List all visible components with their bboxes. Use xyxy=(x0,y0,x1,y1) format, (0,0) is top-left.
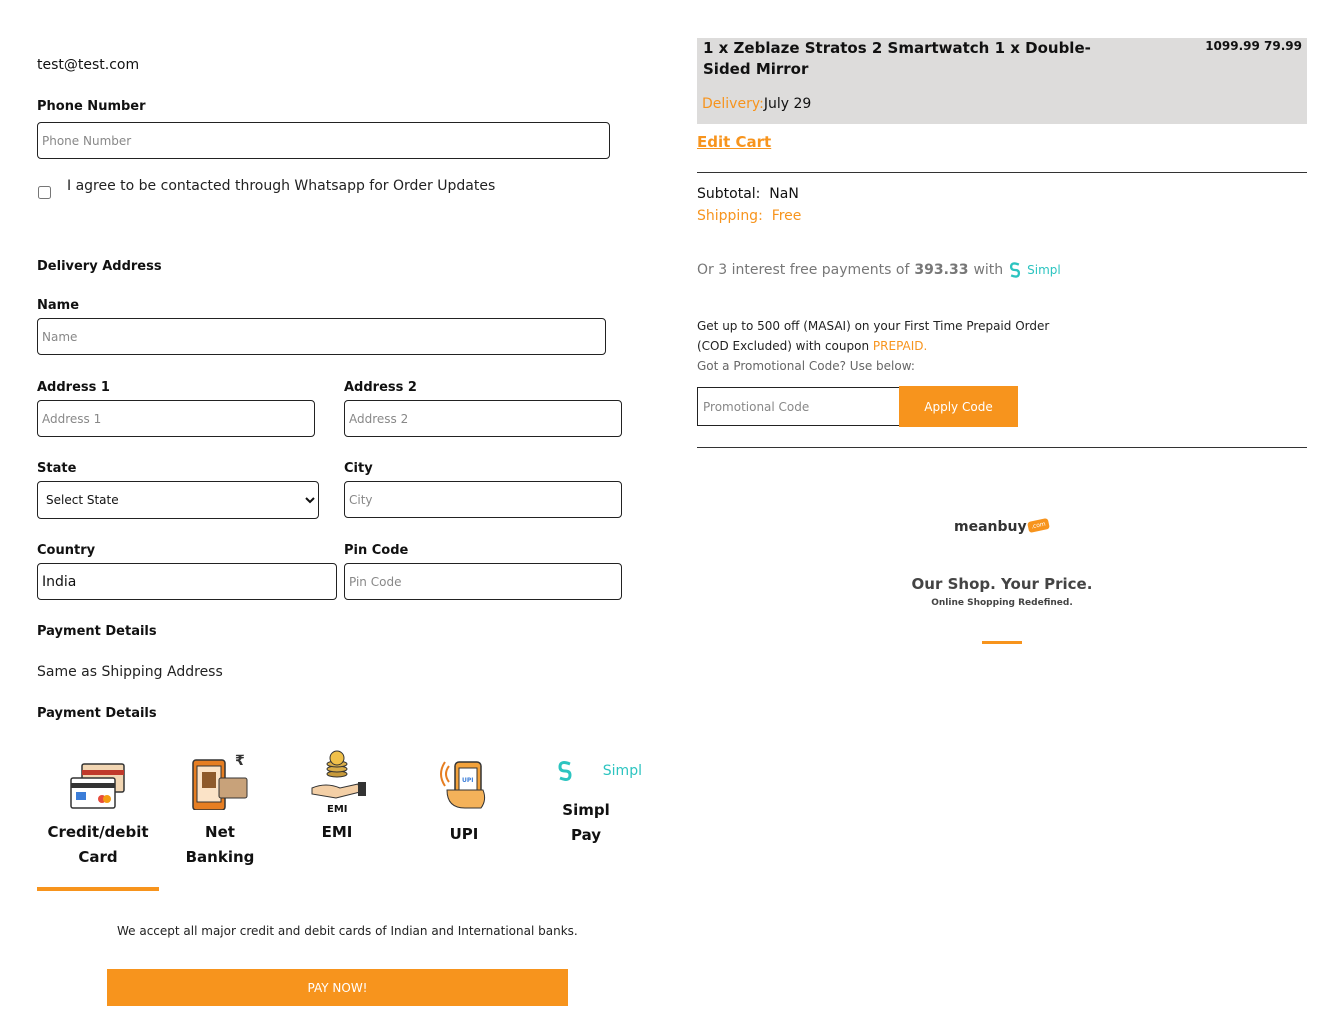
subtotal-row: Subtotal: NaN xyxy=(697,186,799,202)
credit-card-icon xyxy=(70,763,125,809)
simpl-label-1: Simpl xyxy=(562,801,610,819)
simpl-installment-offer: Or 3 interest free payments of 393.33 wi… xyxy=(697,261,1061,279)
card-label-2: Card xyxy=(78,848,118,866)
edit-cart-link[interactable]: Edit Cart xyxy=(697,133,771,151)
promo-question: Got a Promotional Code? Use below: xyxy=(697,359,915,373)
upi-label: UPI xyxy=(449,825,479,843)
payment-method-card[interactable]: Credit/debit Card xyxy=(37,750,159,870)
logo-badge: .com xyxy=(1026,517,1050,534)
upi-icon: UPI xyxy=(440,761,486,809)
meanbuy-logo: meanbuy .com xyxy=(954,517,1050,535)
simpl-label-2: Pay xyxy=(570,826,602,844)
cart-items-text: 1 x Zeblaze Stratos 2 Smartwatch 1 x Dou… xyxy=(703,39,1091,78)
shipping-label: Shipping: xyxy=(697,208,763,224)
city-label: City xyxy=(344,461,373,476)
delivery-date: July 29 xyxy=(763,96,812,112)
logo-text: meanbuy xyxy=(954,519,1027,535)
simpl-offer-brand: Simpl xyxy=(1027,263,1061,277)
pin-code-input[interactable] xyxy=(344,563,622,600)
name-input[interactable] xyxy=(37,318,606,355)
country-input[interactable] xyxy=(37,563,337,600)
card-acceptance-note: We accept all major credit and debit car… xyxy=(117,924,578,938)
summary-divider xyxy=(697,172,1307,173)
payment-details-heading-2: Payment Details xyxy=(37,706,157,721)
shipping-value: Free xyxy=(771,208,802,224)
payment-method-emi[interactable]: EMI EMI xyxy=(281,750,393,845)
subtotal-label: Subtotal: xyxy=(697,186,761,202)
address2-input[interactable] xyxy=(344,400,622,437)
selected-method-underline xyxy=(37,887,159,891)
subtotal-value: NaN xyxy=(769,186,799,202)
netbanking-label-2: Banking xyxy=(185,848,255,866)
apply-code-button[interactable]: Apply Code xyxy=(899,386,1018,427)
pay-now-button[interactable]: PAY NOW! xyxy=(107,969,568,1006)
whatsapp-consent-label: I agree to be contacted through Whatsapp… xyxy=(67,178,496,194)
simpl-offer-amount: 393.33 xyxy=(914,262,969,278)
brand-accent-bar xyxy=(982,641,1022,644)
pin-code-label: Pin Code xyxy=(344,543,409,558)
simpl-offer-with: with xyxy=(973,262,1004,278)
promo-line-1: Get up to 500 off (MASAI) on your First … xyxy=(697,319,1050,333)
same-as-shipping-text: Same as Shipping Address xyxy=(37,664,223,680)
promo-line-2: (COD Excluded) with coupon PREPAID. xyxy=(697,336,1049,356)
promo-coupon-code: PREPAID. xyxy=(872,339,928,353)
state-select[interactable]: Select State xyxy=(37,481,319,519)
country-label: Country xyxy=(37,543,96,558)
name-label: Name xyxy=(37,298,80,313)
payment-method-simpl[interactable]: Simpl Simpl Pay xyxy=(530,756,642,848)
simpl-logo-text: Simpl xyxy=(602,762,642,779)
card-label-1: Credit/debit xyxy=(47,823,149,841)
address1-input[interactable] xyxy=(37,400,315,437)
customer-email: test@test.com xyxy=(37,57,140,73)
simpl-offer-prefix: Or 3 interest free payments of xyxy=(697,262,910,278)
svg-text:₹: ₹ xyxy=(235,753,245,769)
promo-line-2-text: (COD Excluded) with coupon xyxy=(697,339,870,353)
payment-method-upi[interactable]: UPI UPI xyxy=(404,750,524,847)
payment-method-netbanking[interactable]: ₹ Net Banking xyxy=(159,750,281,870)
emi-icon: EMI xyxy=(311,750,366,812)
emi-label: EMI xyxy=(321,823,353,841)
delivery-label: Delivery: xyxy=(702,96,764,112)
cart-item-prices: 1099.99 79.99 xyxy=(1205,39,1302,53)
svg-text:UPI: UPI xyxy=(462,777,474,784)
cart-summary-box: 1 x Zeblaze Stratos 2 Smartwatch 1 x Dou… xyxy=(697,38,1307,124)
shipping-row: Shipping: Free xyxy=(697,208,801,224)
simpl-small-logo-icon xyxy=(1010,262,1021,278)
simpl-logo: Simpl xyxy=(530,756,642,786)
state-label: State xyxy=(37,461,77,476)
city-input[interactable] xyxy=(344,481,622,518)
delivery-address-heading: Delivery Address xyxy=(37,259,162,274)
address1-label: Address 1 xyxy=(37,380,110,395)
simpl-logo-icon xyxy=(558,761,572,781)
net-banking-icon: ₹ xyxy=(192,753,248,810)
address2-label: Address 2 xyxy=(344,380,417,395)
phone-label: Phone Number xyxy=(37,99,146,114)
brand-subtagline: Online Shopping Redefined. xyxy=(931,598,1073,608)
promo-code-input[interactable] xyxy=(697,387,900,426)
delivery-estimate: Delivery:July 29 xyxy=(702,96,811,112)
phone-input[interactable] xyxy=(37,122,610,159)
promo-offer-text: Get up to 500 off (MASAI) on your First … xyxy=(697,316,1049,376)
whatsapp-checkbox[interactable] xyxy=(38,186,51,199)
emi-icon-caption: EMI xyxy=(327,804,348,812)
brand-tagline: Our Shop. Your Price. xyxy=(911,575,1093,593)
payment-details-heading: Payment Details xyxy=(37,624,157,639)
promo-divider xyxy=(697,447,1307,448)
netbanking-label-1: Net xyxy=(205,823,235,841)
